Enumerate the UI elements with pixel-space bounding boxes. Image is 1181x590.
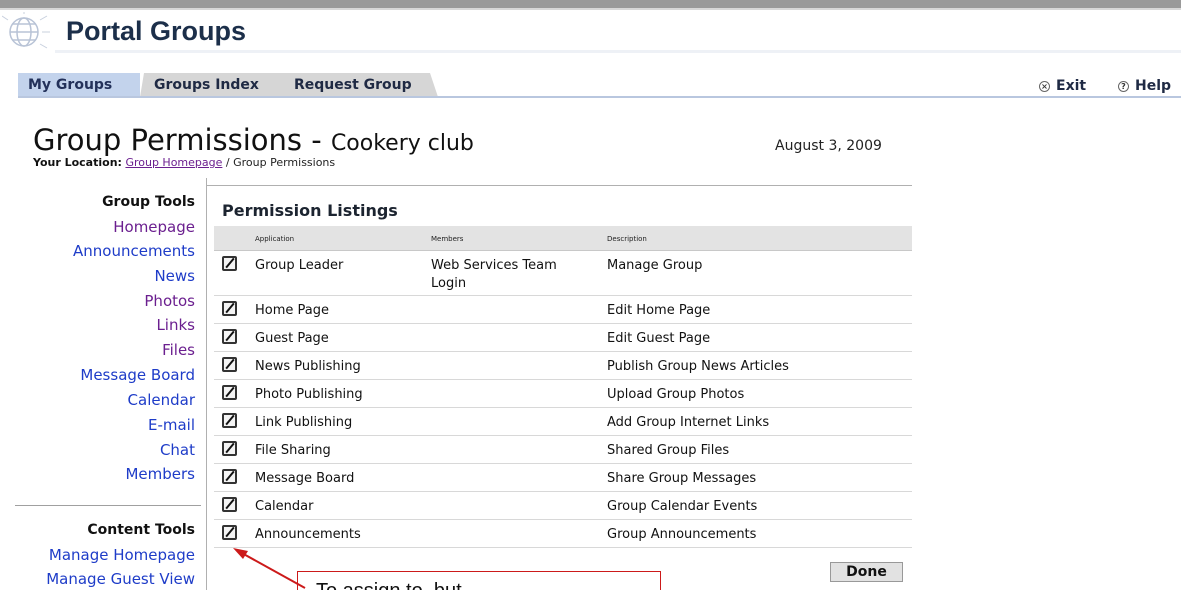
cell-description: Group Calendar Events [607, 499, 758, 514]
breadcrumb-current: Group Permissions [233, 156, 336, 169]
tab-bar-underline [18, 96, 1181, 98]
exit-label: Exit [1056, 78, 1087, 94]
sidebar-item-email[interactable]: E-mail [148, 416, 195, 434]
content-top-divider [206, 185, 912, 186]
table-row: Home Page Edit Home Page [214, 296, 912, 324]
annotation-callout: To assign to, but... [297, 571, 661, 590]
cell-description: Manage Group [607, 258, 703, 273]
sidebar-item-links[interactable]: Links [156, 316, 195, 334]
cell-application: Link Publishing [255, 415, 353, 430]
tab-end-slant [430, 73, 438, 97]
edit-pencil-icon[interactable] [222, 441, 237, 456]
edit-pencil-icon[interactable] [222, 301, 237, 316]
exit-link[interactable]: × Exit [1039, 78, 1086, 94]
sidebar-item-manage-homepage[interactable]: Manage Homepage [49, 546, 195, 564]
member-line: Web Services Team [431, 258, 557, 273]
cell-application: Calendar [255, 499, 314, 514]
cell-description: Add Group Internet Links [607, 415, 770, 430]
sidebar-item-files[interactable]: Files [162, 341, 195, 359]
sidebar-item-announcements[interactable]: Announcements [73, 242, 195, 260]
page-title: Group Permissions - Cookery club [33, 123, 474, 157]
sidebar-divider [206, 178, 207, 590]
tab-my-groups[interactable]: My Groups [18, 73, 140, 97]
table-header: Application Members Description [214, 226, 912, 251]
sidebar-item-manage-guest-view[interactable]: Manage Guest View [46, 570, 195, 588]
done-button[interactable]: Done [830, 562, 903, 582]
cell-description: Share Group Messages [607, 471, 757, 486]
edit-pencil-icon[interactable] [222, 357, 237, 372]
globe-logo-icon [2, 12, 50, 49]
page-title-main: Group Permissions [33, 123, 303, 157]
cell-application: Guest Page [255, 331, 329, 346]
breadcrumb-separator: / [222, 156, 234, 169]
location-label: Your Location: [33, 156, 122, 169]
help-icon: ? [1118, 81, 1129, 92]
help-link[interactable]: ? Help [1118, 78, 1171, 94]
help-label: Help [1135, 78, 1172, 94]
cell-description: Shared Group Files [607, 443, 730, 458]
content-tools-heading: Content Tools [87, 522, 195, 538]
top-border [0, 0, 1181, 8]
permissions-table: Application Members Description Group Le… [214, 226, 912, 548]
column-header-description: Description [607, 235, 647, 243]
cell-application: Announcements [255, 527, 361, 542]
cell-description: Edit Guest Page [607, 331, 711, 346]
table-row: Photo Publishing Upload Group Photos [214, 380, 912, 408]
sidebar-item-chat[interactable]: Chat [160, 441, 195, 459]
tab-groups-index[interactable]: Groups Index [144, 73, 284, 97]
edit-pencil-icon[interactable] [222, 413, 237, 428]
cell-application: Home Page [255, 303, 329, 318]
cell-description: Publish Group News Articles [607, 359, 789, 374]
table-row: File Sharing Shared Group Files [214, 436, 912, 464]
column-header-members: Members [431, 235, 464, 243]
sidebar-item-message-board[interactable]: Message Board [80, 366, 195, 384]
permission-listings-heading: Permission Listings [222, 201, 398, 220]
column-header-application: Application [255, 235, 295, 243]
edit-pencil-icon[interactable] [222, 256, 237, 271]
edit-pencil-icon[interactable] [222, 525, 237, 540]
group-tools-heading: Group Tools [102, 194, 195, 210]
title-band [55, 50, 1181, 53]
cell-members: Web Services Team Login [431, 257, 557, 293]
sidebar-item-members[interactable]: Members [125, 465, 195, 483]
page-date: August 3, 2009 [775, 138, 882, 154]
top-border-shadow [0, 8, 1181, 10]
sidebar-item-news[interactable]: News [154, 267, 195, 285]
edit-pencil-icon[interactable] [222, 497, 237, 512]
sidebar-section-divider [15, 505, 201, 506]
table-row: Calendar Group Calendar Events [214, 492, 912, 520]
sidebar-item-photos[interactable]: Photos [144, 292, 195, 310]
table-row: Guest Page Edit Guest Page [214, 324, 912, 352]
edit-pencil-icon[interactable] [222, 329, 237, 344]
cell-description: Upload Group Photos [607, 387, 745, 402]
callout-text: To assign to, but... [316, 580, 478, 590]
close-icon: × [1039, 81, 1050, 92]
breadcrumb: Your Location: Group Homepage / Group Pe… [33, 156, 335, 169]
table-row: Message Board Share Group Messages [214, 464, 912, 492]
edit-pencil-icon[interactable] [222, 385, 237, 400]
table-row: Link Publishing Add Group Internet Links [214, 408, 912, 436]
cell-application: Message Board [255, 471, 355, 486]
table-row: Group Leader Web Services Team Login Manage… [214, 251, 912, 296]
member-line: Login [431, 276, 467, 291]
cell-application: File Sharing [255, 443, 331, 458]
sidebar-item-calendar[interactable]: Calendar [128, 391, 195, 409]
table-row: News Publishing Publish Group News Articl… [214, 352, 912, 380]
cell-application: News Publishing [255, 359, 361, 374]
app-title: Portal Groups [66, 16, 247, 46]
breadcrumb-link-group-homepage[interactable]: Group Homepage [125, 156, 222, 169]
cell-application: Group Leader [255, 258, 344, 273]
group-name: Cookery club [330, 131, 474, 156]
page-title-separator: - [302, 123, 331, 157]
sidebar-item-homepage[interactable]: Homepage [113, 218, 195, 236]
cell-application: Photo Publishing [255, 387, 363, 402]
cell-description: Edit Home Page [607, 303, 711, 318]
cell-description: Group Announcements [607, 527, 757, 542]
tab-request-group[interactable]: Request Group [284, 73, 430, 97]
edit-pencil-icon[interactable] [222, 469, 237, 484]
table-row: Announcements Group Announcements [214, 520, 912, 548]
